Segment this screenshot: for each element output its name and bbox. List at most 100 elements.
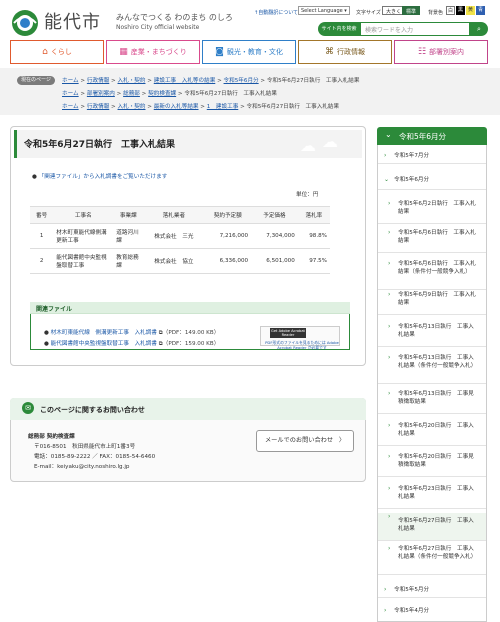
- sidebar-item[interactable]: › 令和5年6月13日執行 工事見積徴取結果: [378, 390, 486, 414]
- bg-blue-button[interactable]: 青: [476, 6, 485, 15]
- search-button[interactable]: ⌕: [470, 22, 488, 36]
- chevron-right-icon: ›: [388, 291, 391, 298]
- breadcrumb-link[interactable]: 部署別案内: [87, 91, 115, 97]
- breadcrumb-link[interactable]: ホーム: [62, 91, 79, 97]
- results-table: 番号 工事名 事業課 落札業者 契約予定額 予定価格 落札率 1 材木町東能代線…: [30, 206, 330, 274]
- cell-estimate: 7,304,000: [251, 223, 298, 249]
- sidebar-item[interactable]: › 令和5年6月13日執行 工事入札結果: [378, 323, 486, 347]
- city-name[interactable]: 能代市: [44, 8, 101, 34]
- related-file-item: ● 能代図書館中央監視盤取替工事 入札調書 ⧉（PDF：159.00 KB）: [44, 341, 220, 347]
- sidebar-item-label: 令和5年6月9日執行 工事入札結果: [398, 292, 476, 306]
- unit-label: 単位：円: [296, 192, 319, 198]
- auto-translate-link[interactable]: ↑自動翻訳について: [254, 9, 298, 16]
- sidebar-item-label: 令和5年6月23日執行 工事入札結果: [398, 486, 474, 500]
- sidebar-item[interactable]: › 令和5年7月分: [378, 152, 486, 164]
- nav-kurashi[interactable]: ⌂ くらし: [10, 40, 104, 64]
- breadcrumb-link[interactable]: 最新の入札等結果: [154, 104, 199, 110]
- mail-inquiry-label: メールでのお問い合わせ: [265, 437, 334, 444]
- nav-industry-label: 産業・まちづくり: [130, 48, 187, 56]
- search-input[interactable]: 検索ワードを入力: [360, 22, 470, 36]
- cell-winner: 株式会社 三光: [143, 223, 205, 249]
- cell-rate: 97.5%: [297, 248, 330, 274]
- sidebar-item[interactable]: › 令和5年6月13日執行 工事入札結果（条件付一般競争入札）: [378, 354, 486, 384]
- breadcrumb-link[interactable]: 1 建設工事: [207, 104, 239, 110]
- breadcrumb-link[interactable]: 入札・契約: [118, 78, 146, 84]
- sidebar-item[interactable]: ⌄ 令和5年6月分: [378, 176, 486, 190]
- col-contract-amount: 契約予定額: [204, 206, 252, 224]
- text-size-standard-button[interactable]: 標準: [402, 6, 421, 15]
- sidebar-item[interactable]: › 令和5年6月2日執行 工事入札結果: [378, 200, 486, 224]
- sidebar-item[interactable]: › 令和5年6月20日執行 工事見積徴取結果: [378, 453, 486, 477]
- mail-inquiry-button[interactable]: メールでのお問い合わせ〉: [256, 430, 354, 452]
- chevron-right-icon: ›: [388, 229, 391, 236]
- sidebar-item[interactable]: › 令和5年6月9日執行 工事入札結果: [378, 291, 486, 315]
- store-icon: ▦: [119, 47, 128, 57]
- breadcrumb-link[interactable]: 行政情報: [87, 78, 109, 84]
- cell-number: 2: [30, 248, 54, 274]
- breadcrumb-link[interactable]: 契約検査課: [148, 91, 176, 97]
- sidebar-item[interactable]: › 令和5年6月27日執行 工事入札結果（条件付一般競争入札）: [378, 545, 486, 575]
- breadcrumb-link[interactable]: ホーム: [62, 78, 79, 84]
- breadcrumb-link[interactable]: 令和5年6月分: [224, 78, 259, 84]
- nav-gyosei-label: 行政情報: [337, 48, 365, 56]
- breadcrumb-link[interactable]: ホーム: [62, 104, 79, 110]
- sidebar-item-label: 令和5年6月20日執行 工事見積徴取結果: [398, 454, 474, 468]
- chevron-down-icon: ⌄: [384, 176, 390, 183]
- chevron-right-icon: ›: [388, 422, 391, 429]
- city-logo-icon[interactable]: [11, 9, 39, 37]
- breadcrumb-current: 令和5年6月27日執行 工事入札結果: [266, 78, 360, 84]
- sidebar-item-label: 令和5年6月27日執行 工事入札結果: [398, 518, 474, 532]
- chevron-right-icon: ›: [388, 200, 391, 207]
- cloud-decoration-icon: ☁: [300, 136, 316, 155]
- nav-tourism[interactable]: ◙ 観光・教育・文化: [202, 40, 296, 64]
- sidebar-item-label: 令和5年6月2日執行 工事入札結果: [398, 201, 476, 215]
- sidebar-item[interactable]: › 令和5年5月分: [378, 586, 486, 598]
- breadcrumb-current: 令和5年6月27日執行 工事入札結果: [184, 91, 277, 97]
- adobe-reader-note[interactable]: PDF形式のファイルを見るためには Adobe Acrobat Reader が…: [264, 340, 340, 350]
- breadcrumb: ホーム > 行政情報 > 入札・契約 > 最新の入札等結果 > 1 建設工事 >…: [62, 104, 340, 110]
- breadcrumb: ホーム > 部署別案内 > 総務部 > 契約検査課 > 令和5年6月27日執行 …: [62, 91, 277, 97]
- col-project-name: 工事名: [53, 206, 114, 224]
- sidebar-item[interactable]: › 令和5年6月23日執行 工事入札結果: [378, 485, 486, 509]
- bg-white-button[interactable]: 白: [446, 6, 455, 15]
- sidebar-item[interactable]: › 令和5年6月6日執行 工事入札結果: [378, 229, 486, 253]
- breadcrumb-link[interactable]: 入札・契約: [118, 104, 146, 110]
- sidebar-item[interactable]: › 令和5年6月6日執行 工事入札結果（条件付一般競争入札）: [378, 260, 486, 290]
- breadcrumb-link[interactable]: 行政情報: [87, 104, 109, 110]
- contact-address: 〒016-8501 秋田県能代市上町1番3号: [34, 444, 136, 450]
- nav-gyosei[interactable]: ⌘ 行政情報: [298, 40, 392, 64]
- sidebar-item-label: 令和5年4月分: [394, 608, 430, 614]
- nav-industry[interactable]: ▦ 産業・まちづくり: [106, 40, 200, 64]
- table-row: 2 能代図書館中央監視盤取替工事 教育総務課 株式会社 協立 6,336,000…: [30, 248, 330, 274]
- related-file-link[interactable]: 材木町東能代線 側溝更新工事 入札調書: [51, 330, 157, 336]
- chevron-right-icon: ›: [388, 354, 391, 361]
- chevron-right-icon: ›: [388, 453, 391, 460]
- sidebar-item[interactable]: › 令和5年6月20日執行 工事入札結果: [378, 422, 486, 446]
- bg-yellow-button[interactable]: 黄: [466, 6, 475, 15]
- related-file-link[interactable]: 能代図書館中央監視盤取替工事 入札調書: [51, 341, 157, 347]
- text-size-label: 文字サイズ: [356, 10, 381, 16]
- intro-text: ● 「関連ファイル」から入札調書をご覧いただけます: [32, 174, 168, 180]
- col-rate: 落札率: [297, 206, 330, 224]
- sidebar-item-label: 令和5年6月分: [394, 177, 430, 183]
- sidebar-item-label: 令和5年5月分: [394, 587, 430, 593]
- sidebar-item-label: 令和5年6月20日執行 工事入札結果: [398, 423, 474, 437]
- sidebar-item-current[interactable]: › 令和5年6月27日執行 工事入札結果: [378, 513, 486, 541]
- chevron-right-icon: ›: [384, 607, 387, 614]
- camera-icon: ◙: [215, 47, 224, 57]
- bg-black-button[interactable]: 黒: [456, 6, 465, 15]
- intro-link[interactable]: 「関連ファイル」から入札調書をご覧いただけます: [39, 174, 168, 180]
- house-icon: ⌂: [42, 47, 48, 57]
- sidebar-item[interactable]: › 令和5年4月分: [378, 607, 486, 619]
- breadcrumb-link[interactable]: 建設工事 入札等の結果: [154, 78, 216, 84]
- site-header: 能代市 みんなでつくる わのまち のしろ Noshiro City offici…: [0, 0, 500, 40]
- language-select[interactable]: Select Language ▾: [298, 6, 350, 15]
- nav-departments[interactable]: ☷ 部署別案内: [394, 40, 488, 64]
- breadcrumb-link[interactable]: 総務部: [123, 91, 140, 97]
- chevron-right-icon: ›: [388, 545, 391, 552]
- cell-project-name: 能代図書館中央監視盤取替工事: [53, 248, 114, 274]
- chevron-right-icon: ›: [388, 260, 391, 267]
- contact-title: このページに関するお問い合わせ: [40, 406, 145, 414]
- city-tagline: みんなでつくる わのまち のしろ: [116, 13, 233, 22]
- adobe-reader-badge[interactable]: Get Adobe Acrobat Reader: [270, 328, 306, 338]
